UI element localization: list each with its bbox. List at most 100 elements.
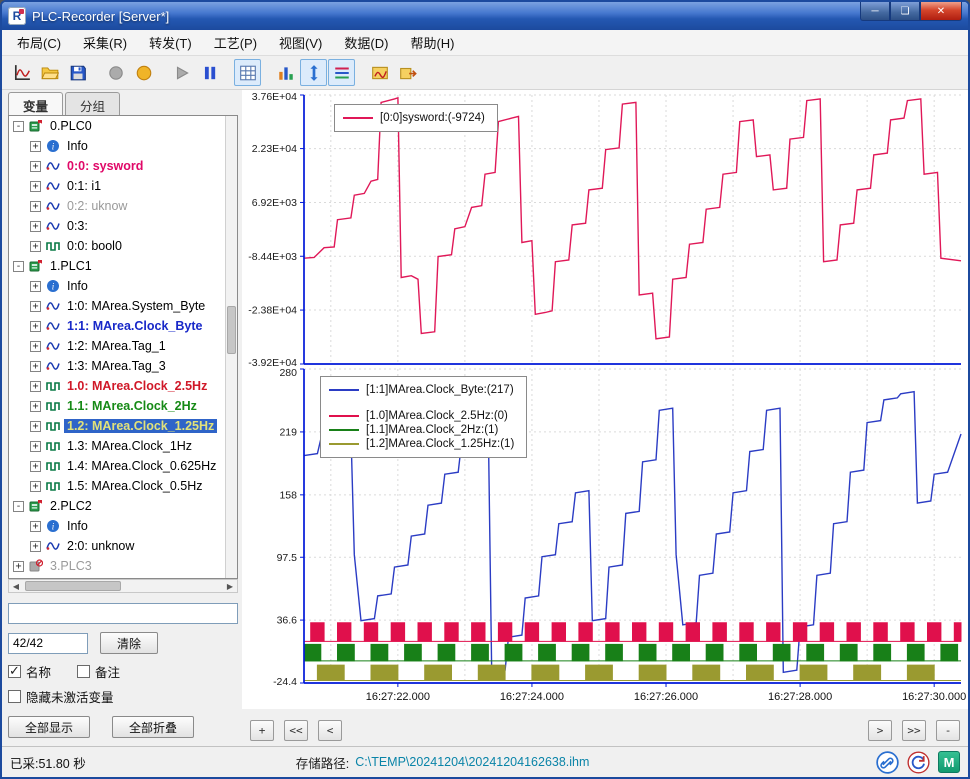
expander-icon[interactable]: + <box>30 540 41 552</box>
expander-icon[interactable]: + <box>30 320 41 332</box>
tree-item[interactable]: +0:1: i1 <box>9 176 225 196</box>
expander-icon[interactable]: + <box>30 220 41 232</box>
window-title: PLC-Recorder [Server*] <box>32 8 170 24</box>
tree-item[interactable]: +0:2: uknow <box>9 196 225 216</box>
tree-item[interactable]: + i Info <box>9 276 225 296</box>
expander-icon[interactable]: + <box>30 360 41 372</box>
menu-item[interactable]: 转发(T) <box>138 29 203 56</box>
expander-icon[interactable]: - <box>13 120 24 132</box>
expander-icon[interactable]: + <box>30 420 41 432</box>
grid-view-button[interactable] <box>234 59 261 86</box>
link-icon[interactable] <box>876 750 899 774</box>
scrollbar-thumb[interactable] <box>227 306 236 354</box>
tree-item[interactable]: +2:0: unknow <box>9 536 225 556</box>
fast-forward-button[interactable]: >> <box>902 720 926 741</box>
tree-horizontal-scrollbar[interactable]: ◀ ▶ <box>8 579 238 593</box>
tree-item[interactable]: - 2.PLC2 <box>9 496 225 516</box>
title-bar[interactable]: R PLC-Recorder [Server*] ─ ❏ ✕ <box>2 2 968 30</box>
menu-item[interactable]: 帮助(H) <box>399 29 465 56</box>
expander-icon[interactable]: + <box>30 480 41 492</box>
show-all-button[interactable]: 全部显示 <box>8 716 91 738</box>
export-button[interactable] <box>394 59 421 86</box>
expander-icon[interactable]: - <box>13 500 24 512</box>
refresh-icon[interactable] <box>907 750 930 774</box>
expander-icon[interactable]: + <box>30 520 41 532</box>
menu-item[interactable]: 视图(V) <box>268 29 333 56</box>
tree-item[interactable]: +1.5: MArea.Clock_0.5Hz <box>9 476 225 496</box>
tree-vertical-scrollbar[interactable] <box>225 116 237 578</box>
tree-item[interactable]: +1:2: MArea.Tag_1 <box>9 336 225 356</box>
scrollbar-thumb[interactable] <box>25 581 121 591</box>
tree-item[interactable]: - 1.PLC1 <box>9 256 225 276</box>
variable-counter-field[interactable] <box>8 632 88 654</box>
expander-icon[interactable]: + <box>30 340 41 352</box>
waveform-config-button[interactable] <box>8 59 35 86</box>
close-button[interactable]: ✕ <box>920 2 962 21</box>
fast-backward-button[interactable]: << <box>284 720 308 741</box>
tree-item[interactable]: +1:3: MArea.Tag_3 <box>9 356 225 376</box>
tab-groups[interactable]: 分组 <box>65 92 121 115</box>
zoom-out-button[interactable]: - <box>936 720 960 741</box>
expander-icon[interactable]: + <box>30 460 41 472</box>
menu-item[interactable]: 工艺(P) <box>203 29 268 56</box>
checkbox-item[interactable]: 备注 <box>77 662 120 681</box>
tab-variables[interactable]: 变量 <box>8 92 64 115</box>
filter-input[interactable] <box>8 603 238 624</box>
expander-icon[interactable]: + <box>30 140 41 152</box>
tree-item[interactable]: + i Info <box>9 136 225 156</box>
tree-item-label: 2.PLC2 <box>50 499 92 513</box>
curve-style-button[interactable] <box>328 59 355 86</box>
tree-item[interactable]: - 0.PLC0 <box>9 116 225 136</box>
expander-icon[interactable]: + <box>30 280 41 292</box>
expander-icon[interactable]: - <box>13 260 24 272</box>
record-button[interactable] <box>102 59 129 86</box>
expander-icon[interactable]: + <box>30 180 41 192</box>
backward-button[interactable]: < <box>318 720 342 741</box>
checkbox[interactable] <box>8 690 21 703</box>
expander-icon[interactable]: + <box>13 560 24 572</box>
open-button[interactable] <box>36 59 63 86</box>
expander-icon[interactable]: + <box>30 160 41 172</box>
expander-icon[interactable]: + <box>30 200 41 212</box>
zoom-in-button[interactable]: + <box>250 720 274 741</box>
tree-item[interactable]: +1.1: MArea.Clock_2Hz <box>9 396 225 416</box>
tree-item[interactable]: +3.PLC3 <box>9 556 225 576</box>
tree-item[interactable]: +1:1: MArea.Clock_Byte <box>9 316 225 336</box>
stop-button[interactable] <box>130 59 157 86</box>
scroll-right-arrow-icon[interactable]: ▶ <box>223 580 237 592</box>
pause-button[interactable] <box>196 59 223 86</box>
forward-button[interactable]: > <box>868 720 892 741</box>
expander-icon[interactable]: + <box>30 240 41 252</box>
tree-item[interactable]: +1.0: MArea.Clock_2.5Hz <box>9 376 225 396</box>
scroll-left-arrow-icon[interactable]: ◀ <box>9 580 23 592</box>
snapshot-button[interactable] <box>366 59 393 86</box>
menu-item[interactable]: 数据(D) <box>333 29 399 56</box>
checkbox[interactable] <box>77 665 91 678</box>
tree-item[interactable]: +0:0: bool0 <box>9 236 225 256</box>
tree-item[interactable]: +0:0: sysword <box>9 156 225 176</box>
collapse-all-button[interactable]: 全部折叠 <box>112 716 195 738</box>
expander-icon[interactable]: + <box>30 380 41 392</box>
maximize-button[interactable]: ❏ <box>890 2 920 21</box>
menu-item[interactable]: 布局(C) <box>6 29 72 56</box>
expander-icon[interactable]: + <box>30 440 41 452</box>
tree-item[interactable]: +1.3: MArea.Clock_1Hz <box>9 436 225 456</box>
tree-item[interactable]: +1.4: MArea.Clock_0.625Hz <box>9 456 225 476</box>
tree-item[interactable]: +1:0: MArea.System_Byte <box>9 296 225 316</box>
tree-item[interactable]: +0:3: <box>9 216 225 236</box>
mark-button[interactable]: M <box>938 751 960 773</box>
play-button[interactable] <box>168 59 195 86</box>
checkbox[interactable] <box>8 663 21 679</box>
minimize-button[interactable]: ─ <box>860 2 890 21</box>
save-button[interactable] <box>64 59 91 86</box>
checkbox-item[interactable]: 名称 <box>8 662 51 681</box>
tree-item[interactable]: +1.2: MArea.Clock_1.25Hz <box>9 416 225 436</box>
checkbox-item[interactable]: 隐藏未激活变量 <box>8 687 114 706</box>
tree-item[interactable]: + i Info <box>9 516 225 536</box>
clear-button[interactable]: 清除 <box>100 632 159 654</box>
expander-icon[interactable]: + <box>30 400 41 412</box>
expander-icon[interactable]: + <box>30 300 41 312</box>
bar-chart-button[interactable] <box>272 59 299 86</box>
menu-item[interactable]: 采集(R) <box>72 29 138 56</box>
y-scale-button[interactable] <box>300 59 327 86</box>
